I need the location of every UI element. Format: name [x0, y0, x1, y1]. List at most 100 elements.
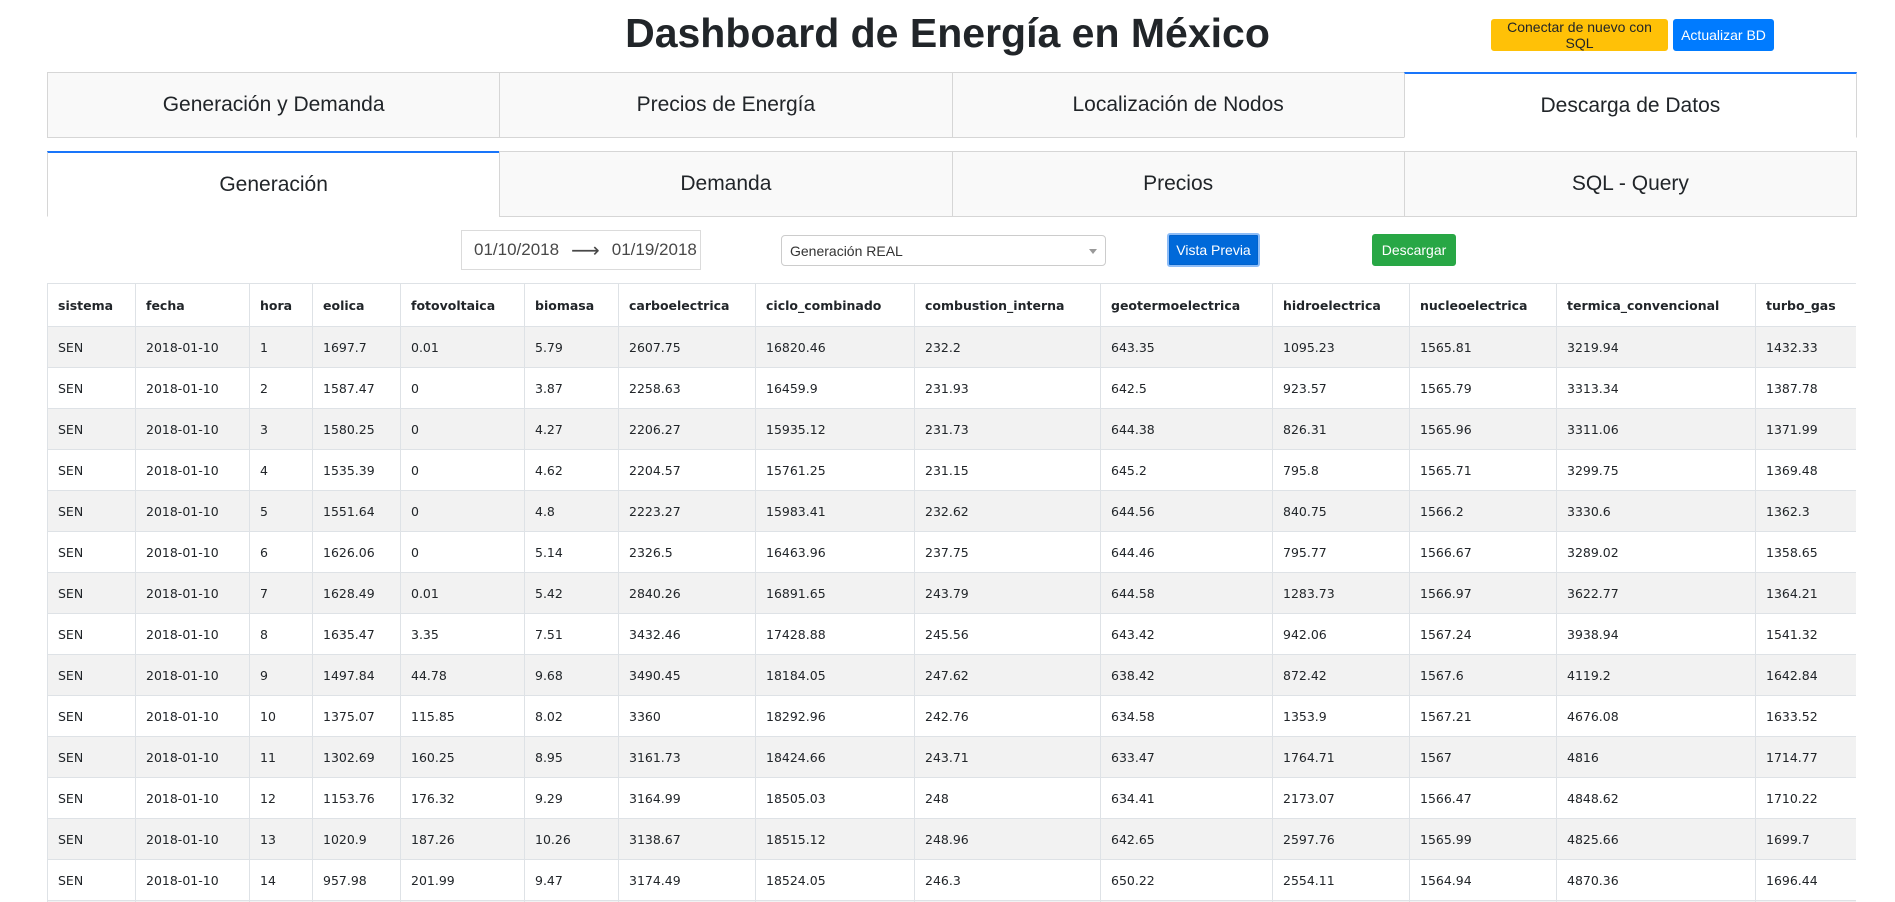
tab-localizacion-nodos[interactable]: Localización de Nodos [951, 72, 1405, 138]
column-header-nucleoelectrica[interactable]: nucleoelectrica [1409, 283, 1557, 327]
table-cell: 2258.63 [618, 367, 756, 409]
table-cell: 247.62 [914, 654, 1101, 696]
table-row: SEN 2018-01-10 4 1535.39 0 4.62 2204.57 15761.2… [47, 449, 1856, 491]
table-cell: SEN [47, 572, 136, 614]
table-cell: 4825.66 [1556, 818, 1756, 860]
table-cell: 1375.07 [312, 695, 401, 737]
table-cell: 10.26 [524, 818, 619, 860]
table-cell: 2018-01-10 [135, 326, 250, 368]
table-cell: 2018-01-10 [135, 531, 250, 573]
table-cell: 242.76 [914, 695, 1101, 737]
table-cell: 923.57 [1272, 367, 1410, 409]
table-body: SEN 2018-01-10 1 1697.7 0.01 5.79 2607.75 16820… [47, 326, 1856, 902]
table-cell: 2597.76 [1272, 818, 1410, 860]
subtab-sql-query[interactable]: SQL - Query [1403, 151, 1857, 217]
table-cell: 0 [400, 531, 525, 573]
table-cell: 3622.77 [1556, 572, 1756, 614]
column-header-biomasa[interactable]: biomasa [524, 283, 619, 327]
table-cell: 9.29 [524, 777, 619, 819]
table-cell: 0.01 [400, 572, 525, 614]
subtab-precios[interactable]: Precios [951, 151, 1405, 217]
table-cell: 44.78 [400, 654, 525, 696]
table-cell: SEN [47, 408, 136, 450]
start-date-input[interactable]: 01/10/2018 [474, 240, 559, 260]
table-cell: 1628.49 [312, 572, 401, 614]
tab-descarga-datos[interactable]: Descarga de Datos [1403, 72, 1857, 138]
table-cell: 3.87 [524, 367, 619, 409]
table-cell: 237.75 [914, 531, 1101, 573]
table-cell: 16820.46 [755, 326, 915, 368]
tab-generacion-demanda[interactable]: Generación y Demanda [47, 72, 501, 138]
table-cell: 1633.52 [1755, 695, 1856, 737]
table-cell: SEN [47, 695, 136, 737]
table-cell: 942.06 [1272, 613, 1410, 655]
table-cell: 1551.64 [312, 490, 401, 532]
column-header-geotermoelectrica[interactable]: geotermoelectrica [1100, 283, 1273, 327]
reconnect-sql-button[interactable]: Conectar de nuevo con SQL [1491, 19, 1668, 51]
table-cell: 18292.96 [755, 695, 915, 737]
table-cell: 10 [249, 695, 313, 737]
table-cell: 4.27 [524, 408, 619, 450]
table-cell: 872.42 [1272, 654, 1410, 696]
column-header-fecha[interactable]: fecha [135, 283, 250, 327]
column-header-turbo-gas[interactable]: turbo_gas [1755, 283, 1856, 327]
table-cell: 18524.05 [755, 859, 915, 901]
table-cell: 17428.88 [755, 613, 915, 655]
table-cell: SEN [47, 490, 136, 532]
table-cell: 2326.5 [618, 531, 756, 573]
table-cell: 840.75 [1272, 490, 1410, 532]
table-cell: 16459.9 [755, 367, 915, 409]
column-header-hora[interactable]: hora [249, 283, 313, 327]
table-cell: 245.56 [914, 613, 1101, 655]
table-cell: 1564.94 [1409, 859, 1557, 901]
table-cell: 643.42 [1100, 613, 1273, 655]
column-header-hidroelectrica[interactable]: hidroelectrica [1272, 283, 1410, 327]
table-cell: 176.32 [400, 777, 525, 819]
table-cell: 2018-01-10 [135, 449, 250, 491]
column-header-eolica[interactable]: eolica [312, 283, 401, 327]
table-cell: 1567.6 [1409, 654, 1557, 696]
table-cell: 1626.06 [312, 531, 401, 573]
table-cell: 1020.9 [312, 818, 401, 860]
tab-precios-energia[interactable]: Precios de Energía [499, 72, 953, 138]
table-cell: 231.93 [914, 367, 1101, 409]
table-cell: 1587.47 [312, 367, 401, 409]
table-cell: 3174.49 [618, 859, 756, 901]
table-cell: 2018-01-10 [135, 695, 250, 737]
table-cell: 642.65 [1100, 818, 1273, 860]
table-cell: 232.62 [914, 490, 1101, 532]
table-cell: 642.5 [1100, 367, 1273, 409]
download-button[interactable]: Descargar [1372, 234, 1456, 266]
column-header-fotovoltaica[interactable]: fotovoltaica [400, 283, 525, 327]
table-cell: SEN [47, 613, 136, 655]
table-cell: 231.15 [914, 449, 1101, 491]
column-header-ciclo-combinado[interactable]: ciclo_combinado [755, 283, 915, 327]
column-header-combustion-interna[interactable]: combustion_interna [914, 283, 1101, 327]
table-cell: 1 [249, 326, 313, 368]
dataset-dropdown[interactable]: Generación REAL [781, 235, 1106, 266]
column-header-sistema[interactable]: sistema [47, 283, 136, 327]
column-header-termica-convencional[interactable]: termica_convencional [1556, 283, 1756, 327]
table-row: SEN 2018-01-10 13 1020.9 187.26 10.26 3138.67 1… [47, 818, 1856, 860]
subtab-generacion[interactable]: Generación [47, 151, 501, 217]
table-cell: 1302.69 [312, 736, 401, 778]
table-cell: 1566.67 [1409, 531, 1557, 573]
table-cell: 1095.23 [1272, 326, 1410, 368]
data-table-container[interactable]: sistema fecha hora eolica fotovoltaica biomas… [47, 283, 1856, 902]
table-cell: 9.47 [524, 859, 619, 901]
end-date-input[interactable]: 01/19/2018 [612, 240, 697, 260]
arrow-right-icon: ⟶ [571, 239, 600, 262]
update-db-button[interactable]: Actualizar BD [1673, 19, 1774, 51]
table-cell: 2018-01-10 [135, 859, 250, 901]
table-cell: SEN [47, 777, 136, 819]
table-cell: 3360 [618, 695, 756, 737]
table-cell: 1565.96 [1409, 408, 1557, 450]
table-cell: 14 [249, 859, 313, 901]
table-row: SEN 2018-01-10 6 1626.06 0 5.14 2326.5 16463.96… [47, 531, 1856, 573]
data-table: sistema fecha hora eolica fotovoltaica biomas… [47, 283, 1856, 902]
dataset-selected-value: Generación REAL [790, 242, 903, 259]
column-header-carboelectrica[interactable]: carboelectrica [618, 283, 756, 327]
subtab-demanda[interactable]: Demanda [499, 151, 953, 217]
preview-button[interactable]: Vista Previa [1167, 233, 1260, 267]
table-cell: 1567.24 [1409, 613, 1557, 655]
